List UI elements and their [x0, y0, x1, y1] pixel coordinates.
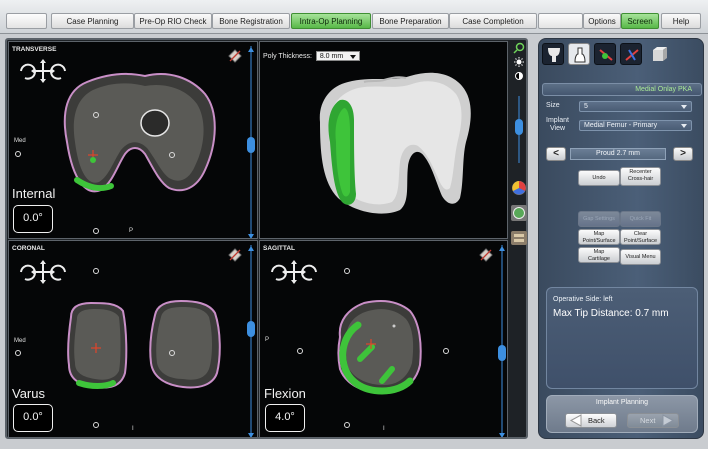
sagittal-view[interactable]: SAGITTAL P I Flexion 4.0°: [259, 240, 508, 438]
window-level-slider[interactable]: [515, 119, 523, 135]
tab-help[interactable]: Help: [661, 13, 701, 29]
contrast-icon[interactable]: [515, 72, 523, 80]
brightness-icon[interactable]: [514, 57, 524, 67]
tibia-icon[interactable]: [568, 43, 590, 65]
chevron-down-icon: [349, 55, 356, 59]
poly-thickness-label: Poly Thickness:: [263, 52, 312, 60]
panel-icon-bar: [542, 43, 702, 73]
chevron-down-icon: [681, 105, 687, 109]
proud-increase-button[interactable]: >: [673, 147, 693, 161]
map-cartilage-label-2: Cartilage: [587, 255, 610, 262]
tab-options[interactable]: Options: [583, 13, 621, 29]
view-tool-strip: [511, 42, 527, 245]
implant-planning-panel: Medial Onlay PKA Size 5 Implant View Med…: [538, 38, 704, 439]
implant-view-label-1: Implant: [546, 117, 569, 124]
size-value: 5: [584, 103, 588, 110]
layers-icon[interactable]: [511, 231, 527, 245]
internal-angle-value[interactable]: 0.0°: [13, 205, 53, 233]
inferior-marker: I: [132, 426, 134, 432]
tab-case-completion[interactable]: Case Completion: [449, 13, 537, 29]
varus-angle-label: Varus: [12, 386, 45, 401]
maximize-icon[interactable]: [227, 247, 243, 263]
tab-screen[interactable]: Screen: [621, 13, 659, 29]
proud-decrease-button[interactable]: <: [546, 147, 566, 161]
tibia-implant-icon[interactable]: [620, 43, 642, 65]
flexion-angle-label: Flexion: [264, 386, 306, 401]
transverse-view[interactable]: TRANSVERSE Med P Internal 0.0°: [8, 41, 258, 239]
femur-icon[interactable]: [542, 43, 564, 65]
view-label-transverse: TRANSVERSE: [12, 46, 57, 53]
femur-3d-model: [319, 72, 471, 214]
chevron-down-icon: [681, 124, 687, 128]
recenter-label-2: Cross-hair: [627, 175, 654, 182]
undo-button[interactable]: Undo: [578, 170, 620, 186]
implant-view-label-2: View: [550, 125, 566, 132]
visual-menu-button[interactable]: Visual Menu: [620, 249, 661, 265]
inferior-marker: I: [383, 426, 385, 432]
view-label-sagittal: SAGITTAL: [263, 245, 296, 252]
procedure-header: Medial Onlay PKA: [542, 83, 702, 96]
tab-intra-op-planning[interactable]: Intra-Op Planning: [291, 13, 371, 29]
maximize-icon[interactable]: [478, 247, 494, 263]
flexion-angle-value[interactable]: 4.0°: [265, 404, 305, 432]
implant-planning-footer: Implant Planning Back Next: [546, 395, 698, 433]
poly-thickness-value: 8.0 mm: [319, 53, 344, 60]
app-window: Case Planning Pre-Op RIO Check Bone Regi…: [0, 0, 708, 449]
maximize-icon[interactable]: [227, 48, 243, 64]
poly-thickness-select[interactable]: 8.0 mm: [315, 51, 360, 61]
max-tip-distance-text: Max Tip Distance: 0.7 mm: [553, 308, 669, 319]
tab-blank-right[interactable]: [538, 13, 583, 29]
proud-value-field: Proud 2.7 mm: [570, 148, 666, 160]
next-arrow-icon: [662, 414, 675, 427]
internal-angle-label: Internal: [12, 186, 56, 201]
back-label: Back: [588, 416, 605, 425]
femur-implant-icon[interactable]: [594, 43, 616, 65]
tab-blank-left[interactable]: [6, 13, 47, 29]
quick-fit-button[interactable]: Quick Fit: [620, 211, 661, 227]
side-label-posterior: P: [265, 337, 270, 343]
info-box: Operative Side: left Max Tip Distance: 0…: [546, 287, 698, 389]
workflow-tab-bar: Case Planning Pre-Op RIO Check Bone Regi…: [0, 0, 708, 34]
side-label-med: Med: [14, 338, 26, 344]
map-point-label-2: Point/Surface: [582, 237, 616, 244]
implant-icon[interactable]: [646, 43, 668, 65]
pan-arrows-icon[interactable]: [15, 57, 71, 85]
back-arrow-icon: [569, 414, 582, 427]
next-label: Next: [640, 416, 656, 425]
implant-view-dropdown[interactable]: Medial Femur - Primary: [579, 120, 692, 131]
recenter-crosshair-button[interactable]: Recenter Cross-hair: [620, 167, 661, 186]
viewport-frame: TRANSVERSE Med P Internal 0.0° Poly Thic…: [5, 38, 528, 439]
gap-settings-button[interactable]: Gap Settings: [578, 211, 620, 227]
size-dropdown[interactable]: 5: [579, 101, 692, 112]
size-label: Size: [546, 102, 560, 109]
globe-icon[interactable]: [511, 205, 527, 221]
color-wheel-icon[interactable]: [512, 181, 526, 195]
clear-point-label-2: Point/Surface: [623, 237, 658, 244]
side-label-med: Med: [14, 138, 26, 144]
pan-arrows-icon[interactable]: [15, 258, 71, 286]
next-button[interactable]: Next: [627, 413, 679, 428]
posterior-marker: P: [129, 228, 134, 234]
zoom-icon[interactable]: [513, 42, 525, 54]
back-button[interactable]: Back: [565, 413, 617, 428]
clear-point-surface-button[interactable]: Clear Point/Surface: [620, 229, 661, 245]
coronal-view[interactable]: CORONAL Med I Varus 0.0°: [8, 240, 258, 438]
map-cartilage-button[interactable]: Map Cartilage: [578, 247, 620, 263]
varus-angle-value[interactable]: 0.0°: [13, 404, 53, 432]
tab-case-planning[interactable]: Case Planning: [51, 13, 134, 29]
footer-title: Implant Planning: [595, 399, 649, 406]
poly-thickness-control: Poly Thickness: 8.0 mm: [263, 51, 360, 61]
view-label-coronal: CORONAL: [12, 245, 45, 252]
map-point-surface-button[interactable]: Map Point/Surface: [578, 229, 620, 245]
implant-view-value: Medial Femur - Primary: [584, 122, 658, 129]
model-3d-view[interactable]: Poly Thickness: 8.0 mm: [259, 41, 508, 239]
tab-pre-op-rio-check[interactable]: Pre-Op RIO Check: [134, 13, 212, 29]
tab-bone-registration[interactable]: Bone Registration: [212, 13, 290, 29]
pan-arrows-icon[interactable]: [266, 258, 322, 286]
tab-bone-preparation[interactable]: Bone Preparation: [372, 13, 449, 29]
operative-side-text: Operative Side: left: [553, 296, 613, 303]
